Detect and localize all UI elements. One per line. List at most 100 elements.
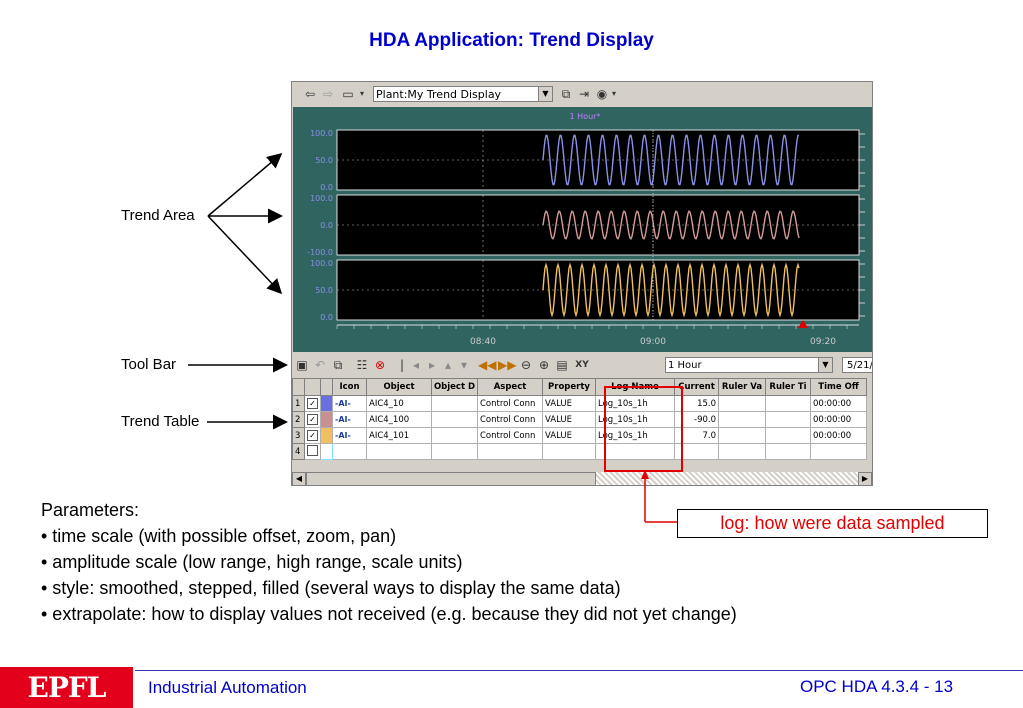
xy-icon[interactable]: XY: [574, 357, 590, 373]
property-header[interactable]: Property: [542, 378, 596, 396]
date-field[interactable]: 5/21/: [842, 357, 872, 373]
x-tick-label: 08:40: [470, 337, 496, 347]
object-header[interactable]: Object: [366, 378, 432, 396]
checkbox-header: [304, 378, 321, 396]
table-icon[interactable]: ☷: [354, 357, 370, 373]
y-tick-label: 50.0: [315, 286, 333, 295]
y-tick-label: 100.0: [310, 129, 333, 138]
row-number: 1: [292, 395, 305, 412]
pan-right-icon[interactable]: ▶▶: [498, 357, 516, 373]
table-row[interactable]: 2 ✓ -AI- AIC4_100 Control Conn VALUE Log…: [292, 411, 867, 428]
copy-icon[interactable]: ⧉: [330, 357, 346, 373]
ruler-time-cell: [765, 443, 811, 460]
scroll-right-icon[interactable]: ▶: [858, 472, 872, 485]
ruler-time-cell: [765, 395, 811, 412]
y-tick-label: -100.0: [307, 248, 333, 257]
parameters-heading: Parameters:: [41, 500, 140, 520]
y-tick-label: 100.0: [310, 259, 333, 268]
chevron-down-icon[interactable]: ▾: [354, 86, 370, 102]
y-tick-label: 100.0: [310, 194, 333, 203]
visible-checkbox[interactable]: ✓: [304, 411, 321, 428]
range-label: 1 Hour*: [570, 112, 601, 121]
view-select[interactable]: Plant:My Trend Display ▼: [373, 86, 553, 102]
row-number: 2: [292, 411, 305, 428]
series-color-swatch: [320, 443, 333, 460]
scroll-left-icon[interactable]: ◀: [292, 472, 306, 485]
aspect-header[interactable]: Aspect: [477, 378, 543, 396]
ruler-time-cell: [765, 411, 811, 428]
row-number-header: [292, 378, 305, 396]
icon-header[interactable]: Icon: [332, 378, 367, 396]
object-desc-cell: [431, 443, 478, 460]
checkbox-unchecked-icon: [307, 444, 318, 456]
analog-input-icon: -AI-: [332, 427, 367, 444]
object-desc-cell: [431, 411, 478, 428]
table-row[interactable]: 3 ✓ -AI- AIC4_101 Control Conn VALUE Log…: [292, 427, 867, 444]
undo-icon[interactable]: ↶: [312, 357, 328, 373]
trend-toolbar: ▣ ↶ ⧉ ☷ ⊗ | ◂ ▸ ▴ ▾ ◀◀ ▶▶ ⊖ ⊕ ▤ XY 1 Hou…: [292, 354, 872, 376]
top-toolbar: ⇦ ⇨ ▭ ▾ Plant:My Trend Display ▼ ⧉ ⇥ ◉ ▾: [292, 82, 872, 106]
zoom-in-icon[interactable]: ⊕: [536, 357, 552, 373]
chevron-down-icon[interactable]: ▾: [606, 86, 622, 102]
y-tick-label: 0.0: [320, 183, 333, 192]
ruler-value-cell: [718, 411, 766, 428]
log-name-highlight: [604, 386, 683, 472]
step-down-icon[interactable]: ▾: [456, 357, 472, 373]
horizontal-scrollbar[interactable]: ◀ ▶: [292, 472, 872, 485]
parameter-item: • extrapolate: how to display values not…: [41, 604, 737, 624]
property-cell: VALUE: [542, 395, 596, 412]
time-offset-cell: 00:00:00: [810, 411, 867, 428]
object-desc-header[interactable]: Object D: [431, 378, 478, 396]
checkbox-checked-icon: ✓: [307, 398, 318, 409]
scrollbar-thumb[interactable]: [306, 472, 596, 485]
step-forward-icon[interactable]: ▸: [424, 357, 440, 373]
time-offset-header[interactable]: Time Off: [810, 378, 867, 396]
visible-checkbox[interactable]: [304, 443, 321, 460]
checkbox-checked-icon: ✓: [307, 414, 318, 425]
visible-checkbox[interactable]: ✓: [304, 395, 321, 412]
ruler-time-header[interactable]: Ruler Ti: [765, 378, 811, 396]
save-icon[interactable]: ▣: [294, 357, 310, 373]
parameter-item: • amplitude scale (low range, high range…: [41, 552, 463, 572]
series-color-swatch: [320, 411, 333, 428]
table-row[interactable]: 4: [292, 443, 867, 460]
x-tick-label: 09:20: [810, 337, 836, 347]
object-cell: AIC4_10: [366, 395, 432, 412]
stop-icon[interactable]: ⊗: [372, 357, 388, 373]
analog-input-icon: -AI-: [332, 395, 367, 412]
zoom-out-icon[interactable]: ⊖: [518, 357, 534, 373]
pan-left-icon[interactable]: ◀◀: [478, 357, 496, 373]
time-offset-cell: 00:00:00: [810, 395, 867, 412]
table-row[interactable]: 1 ✓ -AI- AIC4_10 Control Conn VALUE Log_…: [292, 395, 867, 412]
checkbox-checked-icon: ✓: [307, 430, 318, 441]
step-back-icon[interactable]: ◂: [408, 357, 424, 373]
ruler-value-header[interactable]: Ruler Va: [718, 378, 766, 396]
analog-input-icon: -AI-: [332, 411, 367, 428]
property-cell: VALUE: [542, 411, 596, 428]
aspect-cell: Control Conn: [477, 395, 543, 412]
time-offset-cell: [810, 443, 867, 460]
pin-icon[interactable]: ⇥: [576, 86, 592, 102]
time-offset-cell: 00:00:00: [810, 427, 867, 444]
chart-icon[interactable]: ▤: [554, 357, 570, 373]
forward-icon[interactable]: ⇨: [320, 86, 336, 102]
icon-cell: [332, 443, 367, 460]
time-range-select[interactable]: 1 Hour ▼: [665, 357, 833, 373]
trend-area[interactable]: 1 Hour* 100.0 50.0 0.0 100.0 0.0 -100.0 100.0 50…: [293, 107, 872, 352]
object-cell: AIC4_100: [366, 411, 432, 428]
step-up-icon[interactable]: ▴: [440, 357, 456, 373]
x-tick-label: 09:00: [640, 337, 666, 347]
back-icon[interactable]: ⇦: [302, 86, 318, 102]
visible-checkbox[interactable]: ✓: [304, 427, 321, 444]
object-desc-cell: [431, 427, 478, 444]
slide-title: HDA Application: Trend Display: [369, 30, 654, 51]
scrollbar-track[interactable]: [306, 472, 858, 485]
layout-icon[interactable]: ⧉: [558, 86, 574, 102]
view-select-arrow-icon: ▼: [538, 87, 552, 101]
aspect-cell: Control Conn: [477, 411, 543, 428]
y-tick-label: 50.0: [315, 156, 333, 165]
object-cell: AIC4_101: [366, 427, 432, 444]
table-header-row: Icon Object Object D Aspect Property Log…: [292, 378, 867, 396]
time-range-value: 1 Hour: [668, 360, 702, 371]
property-cell: [542, 443, 596, 460]
